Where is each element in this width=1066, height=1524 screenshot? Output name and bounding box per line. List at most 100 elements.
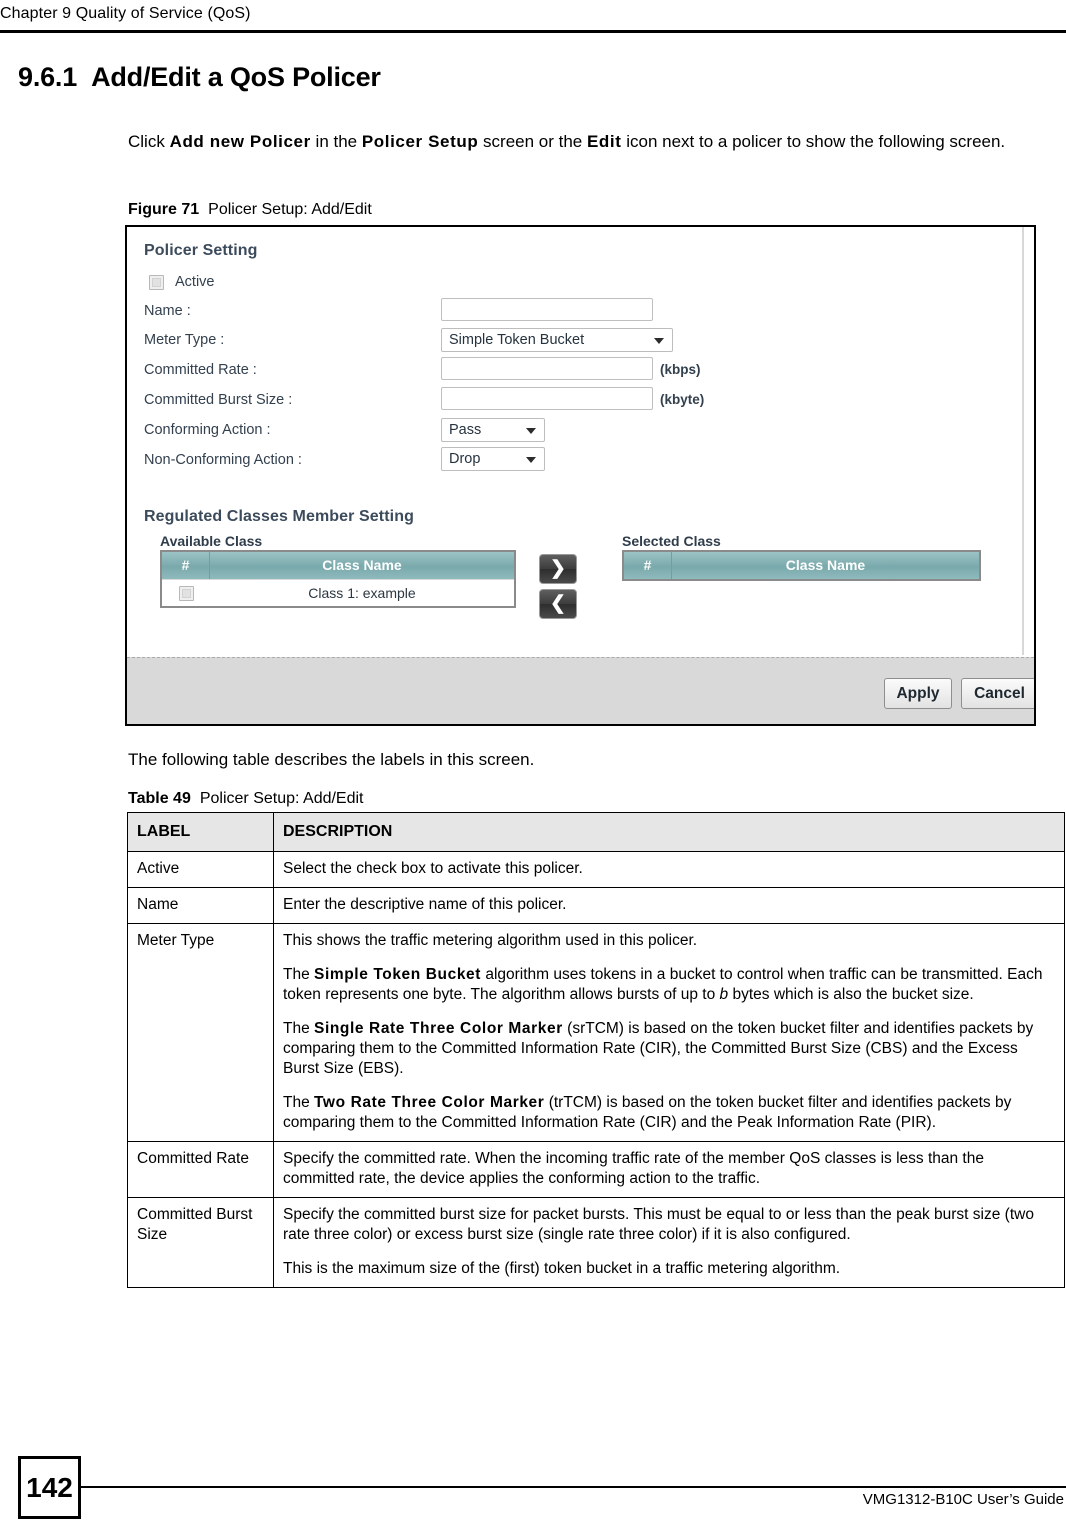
- table-row: Name Enter the descriptive name of this p…: [127, 887, 1065, 924]
- emphasized-text: Two Rate Three Color Marker: [314, 1094, 545, 1111]
- selected-class-table: # Class Name: [622, 550, 981, 581]
- section-title: Add/Edit a QoS Policer: [91, 62, 381, 92]
- active-checkbox[interactable]: [149, 275, 164, 290]
- description-paragraph: Specify the committed rate. When the inc…: [283, 1149, 1055, 1189]
- selected-class-header-row: # Class Name: [624, 552, 979, 579]
- row-select-cell[interactable]: [162, 580, 210, 606]
- intro-text-2: in the: [310, 132, 362, 151]
- cancel-button[interactable]: Cancel: [961, 678, 1034, 709]
- emphasized-text: Simple Token Bucket: [314, 966, 482, 983]
- name-input[interactable]: [441, 298, 653, 321]
- row-label: Active: [127, 851, 274, 888]
- table-caption-text: Policer Setup: Add/Edit: [199, 790, 364, 807]
- page-number: 142: [18, 1456, 81, 1519]
- meter-type-value: Simple Token Bucket: [449, 332, 585, 348]
- policer-setup-screenshot: Policer Setting Active Name : Meter Type…: [125, 225, 1036, 726]
- available-class-header-row: # Class Name: [162, 552, 514, 579]
- move-right-button[interactable]: ❯: [539, 554, 577, 584]
- chevron-right-icon: ❯: [550, 558, 566, 579]
- selected-class-heading: Selected Class: [622, 533, 721, 549]
- description-paragraph: The Single Rate Three Color Marker (srTC…: [283, 1019, 1055, 1079]
- table-label: Table 49: [128, 790, 191, 807]
- chevron-left-icon: ❮: [550, 593, 566, 614]
- table-row: Committed Burst Size Specify the committe…: [127, 1197, 1065, 1288]
- row-description: Specify the committed rate. When the inc…: [273, 1141, 1065, 1198]
- table-caption: Table 49 Policer Setup: Add/Edit: [128, 790, 364, 808]
- panel-scroll-divider[interactable]: [1022, 227, 1024, 655]
- committed-rate-label: Committed Rate :: [144, 362, 257, 378]
- document-page: Chapter 9 Quality of Service (QoS) 9.6.1…: [0, 0, 1066, 1524]
- plain-text: bytes which is also the bucket size.: [728, 986, 974, 1003]
- chevron-down-icon: [654, 338, 664, 344]
- panel-action-bar: Apply Cancel: [127, 657, 1034, 724]
- plain-text: Specify the committed rate. When the inc…: [283, 1150, 984, 1187]
- section-number: 9.6.1: [18, 62, 78, 92]
- row-description: This shows the traffic metering algorith…: [273, 923, 1065, 1142]
- plain-text: Select the check box to activate this po…: [283, 860, 583, 877]
- row-label: Meter Type: [127, 923, 274, 1142]
- policer-setting-heading: Policer Setting: [144, 242, 258, 259]
- conforming-action-select[interactable]: Pass: [441, 418, 545, 442]
- description-paragraph: This is the maximum size of the (first) …: [283, 1259, 1055, 1279]
- row-checkbox[interactable]: [178, 585, 194, 601]
- committed-burst-size-label: Committed Burst Size :: [144, 392, 293, 408]
- active-label: Active: [175, 274, 215, 290]
- column-header-class-name: Class Name: [322, 557, 402, 573]
- column-header-hash: #: [162, 552, 210, 579]
- description-paragraph: The Two Rate Three Color Marker (trTCM) …: [283, 1093, 1055, 1133]
- row-label: Committed Rate: [127, 1141, 274, 1198]
- emphasized-text: b: [719, 986, 729, 1003]
- intro-bold-policer-setup: Policer Setup: [361, 132, 479, 151]
- intro-text-3: screen or the: [478, 132, 587, 151]
- table-row: Committed Rate Specify the committed rate…: [127, 1141, 1065, 1198]
- meter-type-label: Meter Type :: [144, 332, 225, 348]
- available-class-heading: Available Class: [160, 533, 263, 549]
- column-header-description: DESCRIPTION: [273, 812, 1065, 852]
- row-description: Enter the descriptive name of this polic…: [273, 887, 1065, 924]
- intro-bold-edit: Edit: [586, 132, 622, 151]
- plain-text: This is the maximum size of the (first) …: [283, 1260, 841, 1277]
- label-description-table: LABEL DESCRIPTION Active Select the check…: [127, 812, 1065, 1288]
- description-paragraph: The Simple Token Bucket algorithm uses t…: [283, 965, 1055, 1005]
- column-header-class-name: Class Name: [785, 557, 866, 573]
- plain-text: Specify the committed burst size for pac…: [283, 1206, 1034, 1243]
- intro-text-4: icon next to a policer to show the follo…: [621, 132, 1006, 151]
- intro-bold-add-new-policer: Add new Policer: [169, 132, 311, 151]
- table-row: Meter Type This shows the traffic meterin…: [127, 923, 1065, 1142]
- row-class-name: Class 1: example: [308, 585, 416, 601]
- row-description: Select the check box to activate this po…: [273, 851, 1065, 888]
- description-paragraph: This shows the traffic metering algorith…: [283, 931, 1055, 951]
- plain-text: The: [283, 1020, 315, 1037]
- regulated-classes-heading: Regulated Classes Member Setting: [144, 508, 414, 525]
- plain-text: The: [283, 1094, 315, 1111]
- conforming-action-label: Conforming Action :: [144, 422, 271, 438]
- figure-label: Figure 71: [128, 201, 200, 218]
- move-left-button[interactable]: ❮: [539, 589, 577, 619]
- description-paragraph: Specify the committed burst size for pac…: [283, 1205, 1055, 1245]
- header-rule: [0, 30, 1066, 33]
- emphasized-text: Single Rate Three Color Marker: [314, 1020, 563, 1037]
- name-label: Name :: [144, 303, 191, 319]
- chevron-down-icon: [526, 428, 536, 434]
- meter-type-select[interactable]: Simple Token Bucket: [441, 328, 673, 352]
- page-title: 9.6.1 Add/Edit a QoS Policer: [18, 62, 381, 93]
- plain-text: Enter the descriptive name of this polic…: [283, 896, 567, 913]
- row-label: Name: [127, 887, 274, 924]
- description-paragraph: Enter the descriptive name of this polic…: [283, 895, 1055, 915]
- footer-rule: [81, 1486, 1066, 1488]
- committed-burst-size-input[interactable]: [441, 387, 653, 410]
- apply-button[interactable]: Apply: [884, 678, 952, 709]
- committed-burst-size-unit: (kbyte): [660, 392, 705, 407]
- column-header-hash: #: [624, 552, 672, 579]
- row-description: Specify the committed burst size for pac…: [273, 1197, 1065, 1288]
- available-class-table: # Class Name Class 1: example: [160, 550, 516, 608]
- figure-caption: Figure 71 Policer Setup: Add/Edit: [128, 201, 372, 219]
- figure-caption-text: Policer Setup: Add/Edit: [208, 201, 372, 218]
- intro-text-1: Click: [128, 132, 170, 151]
- table-row[interactable]: Class 1: example: [162, 579, 514, 606]
- running-header: Chapter 9 Quality of Service (QoS): [0, 5, 251, 22]
- guide-title: VMG1312-B10C User’s Guide: [862, 1491, 1064, 1508]
- non-conforming-action-select[interactable]: Drop: [441, 447, 545, 471]
- committed-rate-input[interactable]: [441, 357, 653, 380]
- plain-text: The: [283, 966, 315, 983]
